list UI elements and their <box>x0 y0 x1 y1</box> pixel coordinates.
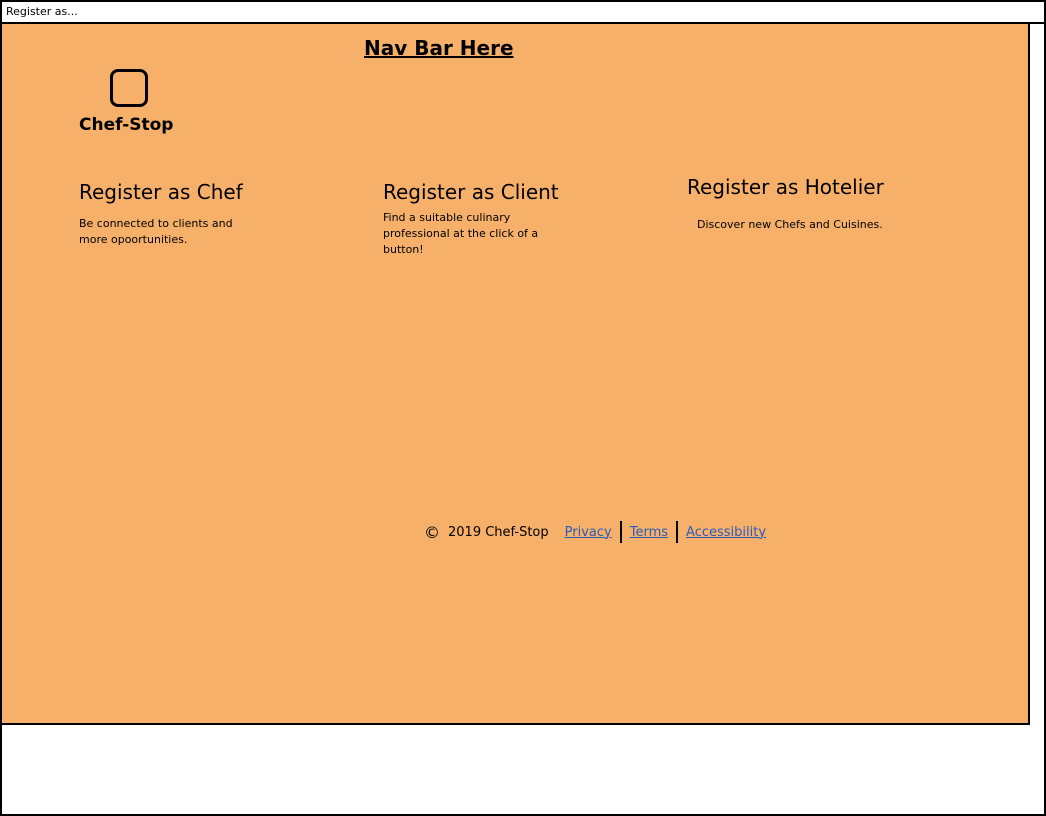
register-chef-section[interactable]: Register as Chef Be connected to clients… <box>79 180 279 248</box>
register-client-description: Find a suitable culinary professional at… <box>383 211 539 256</box>
terms-link[interactable]: Terms <box>630 525 668 540</box>
register-hotelier-section[interactable]: Register as Hotelier Discover new Chefs … <box>687 175 927 233</box>
browser-window: Register as... Nav Bar Here Chef-Stop Re… <box>0 0 1046 816</box>
register-hotelier-title[interactable]: Register as Hotelier <box>687 175 927 199</box>
register-hotelier-description: Discover new Chefs and Cuisines. <box>697 218 883 231</box>
nav-bar-link[interactable]: Nav Bar Here <box>364 36 514 60</box>
logo-name[interactable]: Chef-Stop <box>79 115 173 135</box>
footer-divider <box>676 521 679 543</box>
accessibility-link[interactable]: Accessibility <box>686 525 766 540</box>
footer: © 2019 Chef-Stop Privacy Terms Accessibi… <box>424 520 766 544</box>
register-chef-description: Be connected to clients and more opoortu… <box>79 217 233 246</box>
copyright-text: 2019 Chef-Stop <box>448 524 549 540</box>
register-chef-title[interactable]: Register as Chef <box>79 180 279 204</box>
register-client-section[interactable]: Register as Client Find a suitable culin… <box>383 180 593 258</box>
privacy-link[interactable]: Privacy <box>565 525 612 540</box>
window-title: Register as... <box>2 2 1044 24</box>
copyright-icon: © <box>424 522 440 542</box>
page-canvas: Nav Bar Here Chef-Stop Register as Chef … <box>2 24 1030 725</box>
logo-icon[interactable] <box>110 69 148 107</box>
footer-divider <box>619 521 622 543</box>
register-client-title[interactable]: Register as Client <box>383 180 593 204</box>
